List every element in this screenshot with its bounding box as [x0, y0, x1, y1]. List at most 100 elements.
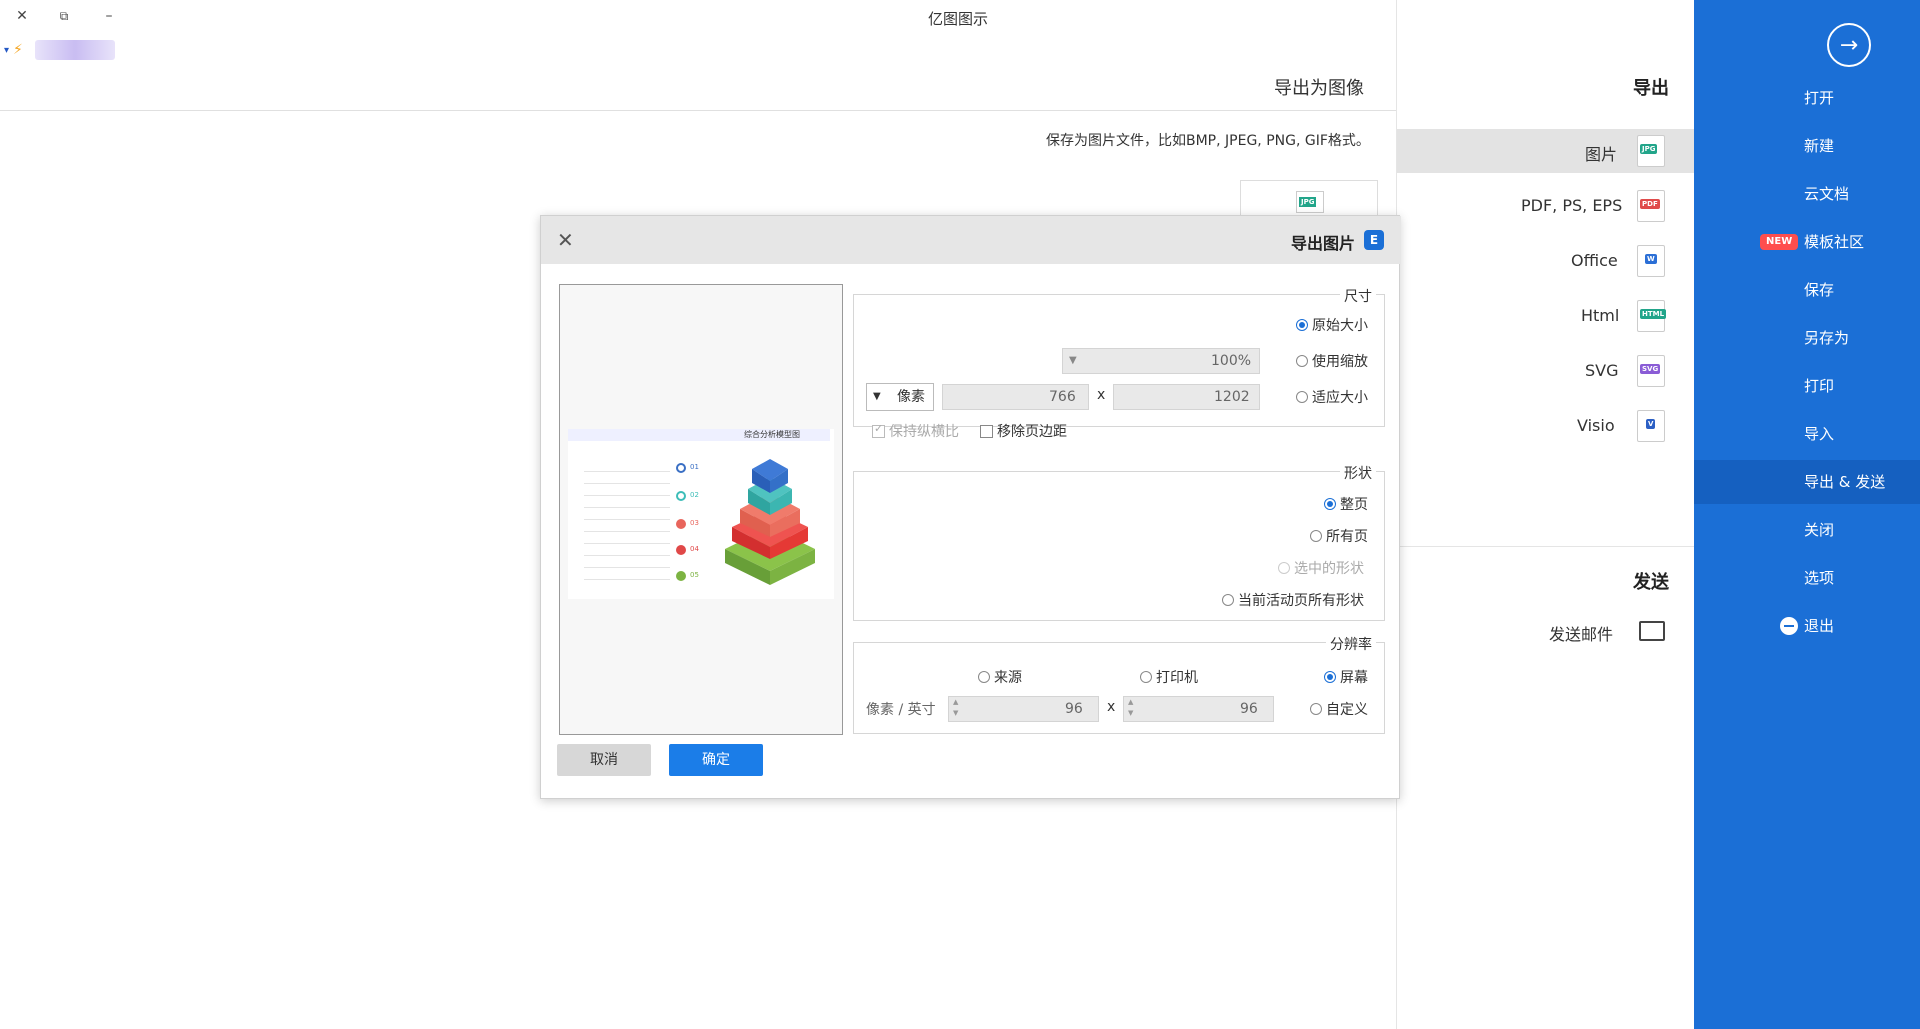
export-item-label: Visio — [1577, 416, 1615, 435]
screen-radio[interactable]: 屏幕 — [1324, 667, 1368, 687]
jpg-file-icon: JPG — [1637, 135, 1665, 167]
size-group: 尺寸 原始大小 使用缩放 ▼ 100% 适应大小 1202 x 766 ▼ 像素 — [853, 286, 1385, 440]
all-pages-radio[interactable]: 所有页 — [1310, 526, 1368, 546]
keep-ratio-checkbox[interactable]: ✓ 保持纵横比 — [872, 421, 959, 441]
remove-margin-checkbox[interactable]: 移除页边距 — [980, 421, 1067, 441]
preview-row-number: 01 — [690, 463, 699, 471]
original-size-radio[interactable]: 原始大小 — [1296, 315, 1368, 335]
app-logo-icon: E — [1364, 230, 1384, 250]
spin-arrows-icon[interactable]: ▲ ▼ — [953, 697, 958, 719]
restore-window-button[interactable]: ⧉ — [54, 6, 74, 26]
preview-row-number: 02 — [690, 491, 699, 499]
mail-icon — [1639, 621, 1665, 641]
radio-dot — [1222, 594, 1234, 606]
export-item-office[interactable]: W Office — [1397, 239, 1695, 283]
export-item-html[interactable]: HTML Html — [1397, 294, 1695, 338]
zoom-select[interactable]: ▼ 100% — [1062, 348, 1260, 374]
sidebar-item-cloud-docs[interactable]: 云文档 — [1694, 172, 1920, 216]
radio-dot — [978, 671, 990, 683]
user-account[interactable]: ▾ ⚡ — [4, 38, 116, 62]
minimize-window-button[interactable]: – — [99, 6, 119, 26]
radio-dot — [1296, 319, 1308, 331]
custom-radio[interactable]: 自定义 — [1310, 699, 1368, 719]
page-title: 导出为图像 — [1274, 78, 1364, 99]
dialog-header: ✕ 导出图片 E — [541, 216, 1401, 264]
exit-icon — [1780, 617, 1798, 635]
height-input[interactable]: 766 — [942, 384, 1089, 410]
send-email-label: 发送邮件 — [1549, 625, 1614, 644]
preview-row-number: 05 — [690, 571, 699, 579]
radio-dot — [1140, 671, 1152, 683]
export-item-label: SVG — [1585, 361, 1619, 380]
selected-shapes-radio[interactable]: 选中的形状 — [1278, 558, 1364, 578]
dialog-title: 导出图片 — [1291, 234, 1356, 253]
preview-row-number: 04 — [690, 545, 699, 553]
export-item-label: Office — [1571, 251, 1618, 270]
chevron-down-icon: ▼ — [873, 391, 881, 402]
window-title: 亿图图示 — [928, 10, 989, 28]
sidebar-item-save[interactable]: 保存 — [1694, 268, 1920, 312]
preview-text-lines — [584, 465, 670, 583]
export-item-visio[interactable]: V Visio — [1397, 404, 1695, 448]
send-heading: 发送 — [1633, 572, 1669, 593]
dpi-y-input[interactable]: ▲ ▼ 96 — [948, 696, 1099, 722]
sidebar-item-exit[interactable]: 退出 — [1694, 604, 1920, 648]
resolution-group: 分辨率 屏幕 打印机 来源 自定义 ▲ ▼ 96 x ▲ ▼ 96 像素 / 英寸 — [853, 634, 1385, 734]
size-legend: 尺寸 — [1340, 286, 1376, 306]
shape-group: 形状 整页 所有页 选中的形状 当前活动页所有形状 — [853, 463, 1385, 621]
back-arrow-icon[interactable]: → — [1827, 23, 1871, 67]
jpg-file-icon: JPG — [1296, 191, 1324, 213]
word-file-icon: W — [1637, 245, 1665, 277]
export-item-label: PDF, PS, EPS — [1521, 196, 1623, 215]
sidebar-item-export-send[interactable]: 导出 & 发送 — [1694, 460, 1920, 504]
preview-row — [676, 463, 686, 473]
size-x-separator: x — [1097, 387, 1106, 403]
close-window-button[interactable]: ✕ — [12, 6, 32, 26]
sidebar-item-import[interactable]: 导入 — [1694, 412, 1920, 456]
width-input[interactable]: 1202 — [1113, 384, 1260, 410]
export-image-thumbnail[interactable]: JPG — [1240, 180, 1378, 220]
dpi-x-input[interactable]: ▲ ▼ 96 — [1123, 696, 1274, 722]
export-item-pdf[interactable]: PDF PDF, PS, EPS — [1397, 184, 1695, 228]
chevron-down-icon[interactable]: ▾ — [4, 45, 9, 56]
sidebar-item-label: 模板社区 — [1804, 233, 1865, 251]
preview-row — [676, 571, 686, 581]
ok-button[interactable]: 确定 — [669, 744, 763, 776]
preview-row-number: 03 — [690, 519, 699, 527]
sidebar-item-template-community[interactable]: 模板社区 NEW — [1694, 220, 1920, 264]
radio-dot — [1278, 562, 1290, 574]
cancel-button[interactable]: 取消 — [557, 744, 651, 776]
current-page-shapes-radio[interactable]: 当前活动页所有形状 — [1222, 590, 1364, 610]
sidebar-item-new[interactable]: 新建 — [1694, 124, 1920, 168]
whole-page-radio[interactable]: 整页 — [1324, 494, 1368, 514]
send-email-item[interactable]: 发送邮件 — [1397, 609, 1695, 653]
fit-size-radio[interactable]: 适应大小 — [1296, 387, 1368, 407]
preview-row — [676, 519, 686, 529]
printer-radio[interactable]: 打印机 — [1140, 667, 1198, 687]
export-item-svg[interactable]: SVG SVG — [1397, 349, 1695, 393]
sidebar-item-close[interactable]: 关闭 — [1694, 508, 1920, 552]
radio-dot — [1296, 355, 1308, 367]
sidebar-item-save-as[interactable]: 另存为 — [1694, 316, 1920, 360]
section-divider — [1396, 546, 1694, 547]
pdf-file-icon: PDF — [1637, 190, 1665, 222]
unit-select[interactable]: ▼ 像素 — [866, 383, 934, 411]
sidebar-item-label: 退出 — [1804, 617, 1835, 635]
sidebar-item-print[interactable]: 打印 — [1694, 364, 1920, 408]
source-radio[interactable]: 来源 — [978, 667, 1022, 687]
export-description: 保存为图片文件，比如BMP, JPEG, PNG, GIF格式。 — [1046, 133, 1370, 149]
shape-legend: 形状 — [1340, 463, 1376, 483]
preview-row — [676, 545, 686, 555]
zoom-radio[interactable]: 使用缩放 — [1296, 351, 1368, 371]
sidebar-item-open[interactable]: 打开 — [1694, 76, 1920, 120]
export-item-image[interactable]: JPG 图片 — [1397, 129, 1695, 173]
preview-title: 综合分析模型图 — [744, 430, 800, 439]
close-icon[interactable]: ✕ — [557, 228, 574, 252]
svg-file-icon: SVG — [1637, 355, 1665, 387]
resolution-legend: 分辨率 — [1326, 634, 1376, 654]
sidebar-item-options[interactable]: 选项 — [1694, 556, 1920, 600]
vip-crown-icon: ⚡ — [13, 42, 23, 58]
chevron-down-icon: ▼ — [1069, 355, 1077, 366]
export-panel: 导出 JPG 图片 PDF PDF, PS, EPS W Office HTML… — [1396, 0, 1695, 1029]
spin-arrows-icon[interactable]: ▲ ▼ — [1128, 697, 1133, 719]
